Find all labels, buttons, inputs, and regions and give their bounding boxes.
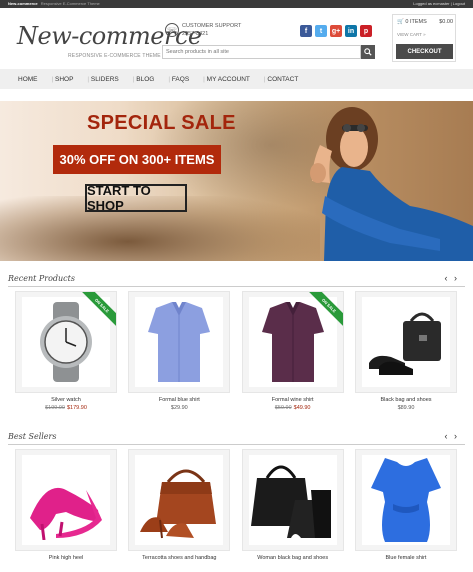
product-name[interactable]: Formal wine shirt (242, 397, 344, 403)
blue-blouse-image[interactable] (354, 449, 457, 551)
main-nav: HOME SHOP SLIDERS BLOG FAQS MY ACCOUNT CONTACT (0, 69, 473, 89)
old-price: $199.90 (45, 405, 65, 411)
google-plus-icon[interactable]: g+ (330, 25, 342, 37)
twitter-icon[interactable]: t (315, 25, 327, 37)
terracotta-bag-image[interactable] (128, 449, 231, 551)
social-links: f t g+ in p (300, 25, 372, 37)
site-tagline: RESPONSIVE E-COMMERCE THEME (68, 53, 161, 59)
recent-products-title: Recent Products (8, 274, 75, 283)
product-name[interactable]: Formal blue shirt (128, 397, 230, 403)
logout-link[interactable]: Logout (453, 1, 465, 6)
hero-model-image (310, 107, 473, 261)
product-card[interactable]: Pink high heel (15, 449, 117, 561)
wine-shirt-image[interactable]: ON SALE (241, 291, 344, 393)
product-name[interactable]: Woman black bag and shoes (242, 555, 344, 561)
recent-products-grid: ON SALE Silver watch $199.90 $179.90 Formal … (15, 291, 457, 411)
current-price: $49.90 (293, 405, 311, 411)
linkedin-icon[interactable]: in (345, 25, 357, 37)
product-name[interactable]: Silver watch (15, 397, 117, 403)
product-price: $89.90 (355, 405, 457, 411)
product-card[interactable]: Formal blue shirt $29.90 (128, 291, 231, 411)
product-name[interactable]: Black bag and shoes (355, 397, 457, 403)
view-cart-link[interactable]: VIEW CART » (397, 32, 426, 37)
product-name[interactable]: Blue female shirt (355, 555, 457, 561)
blue-shirt-image[interactable] (128, 291, 231, 393)
customer-support: ☏ CUSTOMER SUPPORT 2357-8421 (165, 22, 241, 38)
hero-title: SPECIAL SALE (87, 112, 236, 134)
product-card[interactable]: Black bag and shoes $89.90 (354, 291, 457, 411)
support-phone: 2357-8421 (182, 31, 209, 37)
top-bar-tagline: Responsive E-Commerce Theme (40, 1, 100, 6)
start-shop-button[interactable]: START TO SHOP (85, 183, 187, 213)
current-price: $89.90 (397, 405, 415, 411)
best-sellers-title: Best Sellers (8, 432, 57, 441)
bag-and-shoes-image[interactable] (354, 291, 457, 393)
nav-item-sliders[interactable]: SLIDERS (83, 76, 122, 83)
cart-total: $0.00 (439, 19, 453, 25)
top-bar: New-commerce Responsive E-Commerce Theme… (0, 0, 473, 8)
search-input[interactable] (162, 45, 361, 59)
hero-offer: 30% OFF ON 300+ ITEMS (53, 145, 221, 174)
product-card[interactable]: Blue female shirt (354, 449, 457, 561)
product-card[interactable]: Woman black bag and shoes (241, 449, 344, 561)
old-price: $59.90 (274, 405, 292, 411)
product-price: $199.90 $179.90 (15, 405, 117, 411)
product-name[interactable]: Pink high heel (15, 555, 117, 561)
mini-cart: 🛒 0 ITEMS $0.00 VIEW CART » CHECKOUT (392, 14, 456, 62)
current-price: $29.90 (170, 405, 188, 411)
search-button[interactable] (361, 45, 375, 59)
product-name[interactable]: Terracotta shoes and handbag (128, 555, 230, 561)
best-carousel-arrows[interactable]: ‹ › (445, 431, 460, 441)
phone-icon: ☏ (165, 23, 179, 37)
search-bar (162, 45, 375, 59)
pink-heel-image[interactable] (15, 449, 117, 551)
black-bag-image[interactable] (241, 449, 344, 551)
product-card[interactable]: Terracotta shoes and handbag (128, 449, 231, 561)
top-bar-right: Logged as ecmaster | Logout (413, 1, 465, 6)
top-bar-site: New-commerce (8, 1, 38, 6)
nav-item-home[interactable]: HOME (14, 76, 42, 83)
support-label: CUSTOMER SUPPORT (182, 23, 242, 29)
best-sellers-grid: Pink high heel Terracotta shoes and handb… (15, 449, 457, 561)
login-status: Logged as ecmaster (413, 1, 450, 6)
watch-image[interactable]: ON SALE (15, 291, 117, 393)
pinterest-icon[interactable]: p (360, 25, 372, 37)
product-price: $29.90 (128, 405, 230, 411)
cart-icon: 🛒 (397, 19, 404, 25)
nav-item-blog[interactable]: BLOG (129, 76, 159, 83)
hero-banner[interactable]: SPECIAL SALE 30% OFF ON 300+ ITEMS START… (0, 101, 473, 261)
nav-item-faqs[interactable]: FAQS (164, 76, 193, 83)
search-icon (364, 48, 372, 56)
product-price: $59.90 $49.90 (242, 405, 344, 411)
cart-count[interactable]: 🛒 0 ITEMS (397, 19, 427, 25)
facebook-icon[interactable]: f (300, 25, 312, 37)
recent-carousel-arrows[interactable]: ‹ › (445, 273, 460, 283)
nav-item-contact[interactable]: CONTACT (260, 76, 302, 83)
current-price: $179.90 (67, 405, 87, 411)
product-card[interactable]: ON SALE Formal wine shirt $59.90 $49.90 (241, 291, 344, 411)
product-card[interactable]: ON SALE Silver watch $199.90 $179.90 (15, 291, 117, 411)
nav-item-my-account[interactable]: MY ACCOUNT (199, 76, 254, 83)
checkout-button[interactable]: CHECKOUT (396, 44, 453, 59)
nav-item-shop[interactable]: SHOP (48, 76, 78, 83)
top-bar-left: New-commerce Responsive E-Commerce Theme (8, 0, 100, 8)
